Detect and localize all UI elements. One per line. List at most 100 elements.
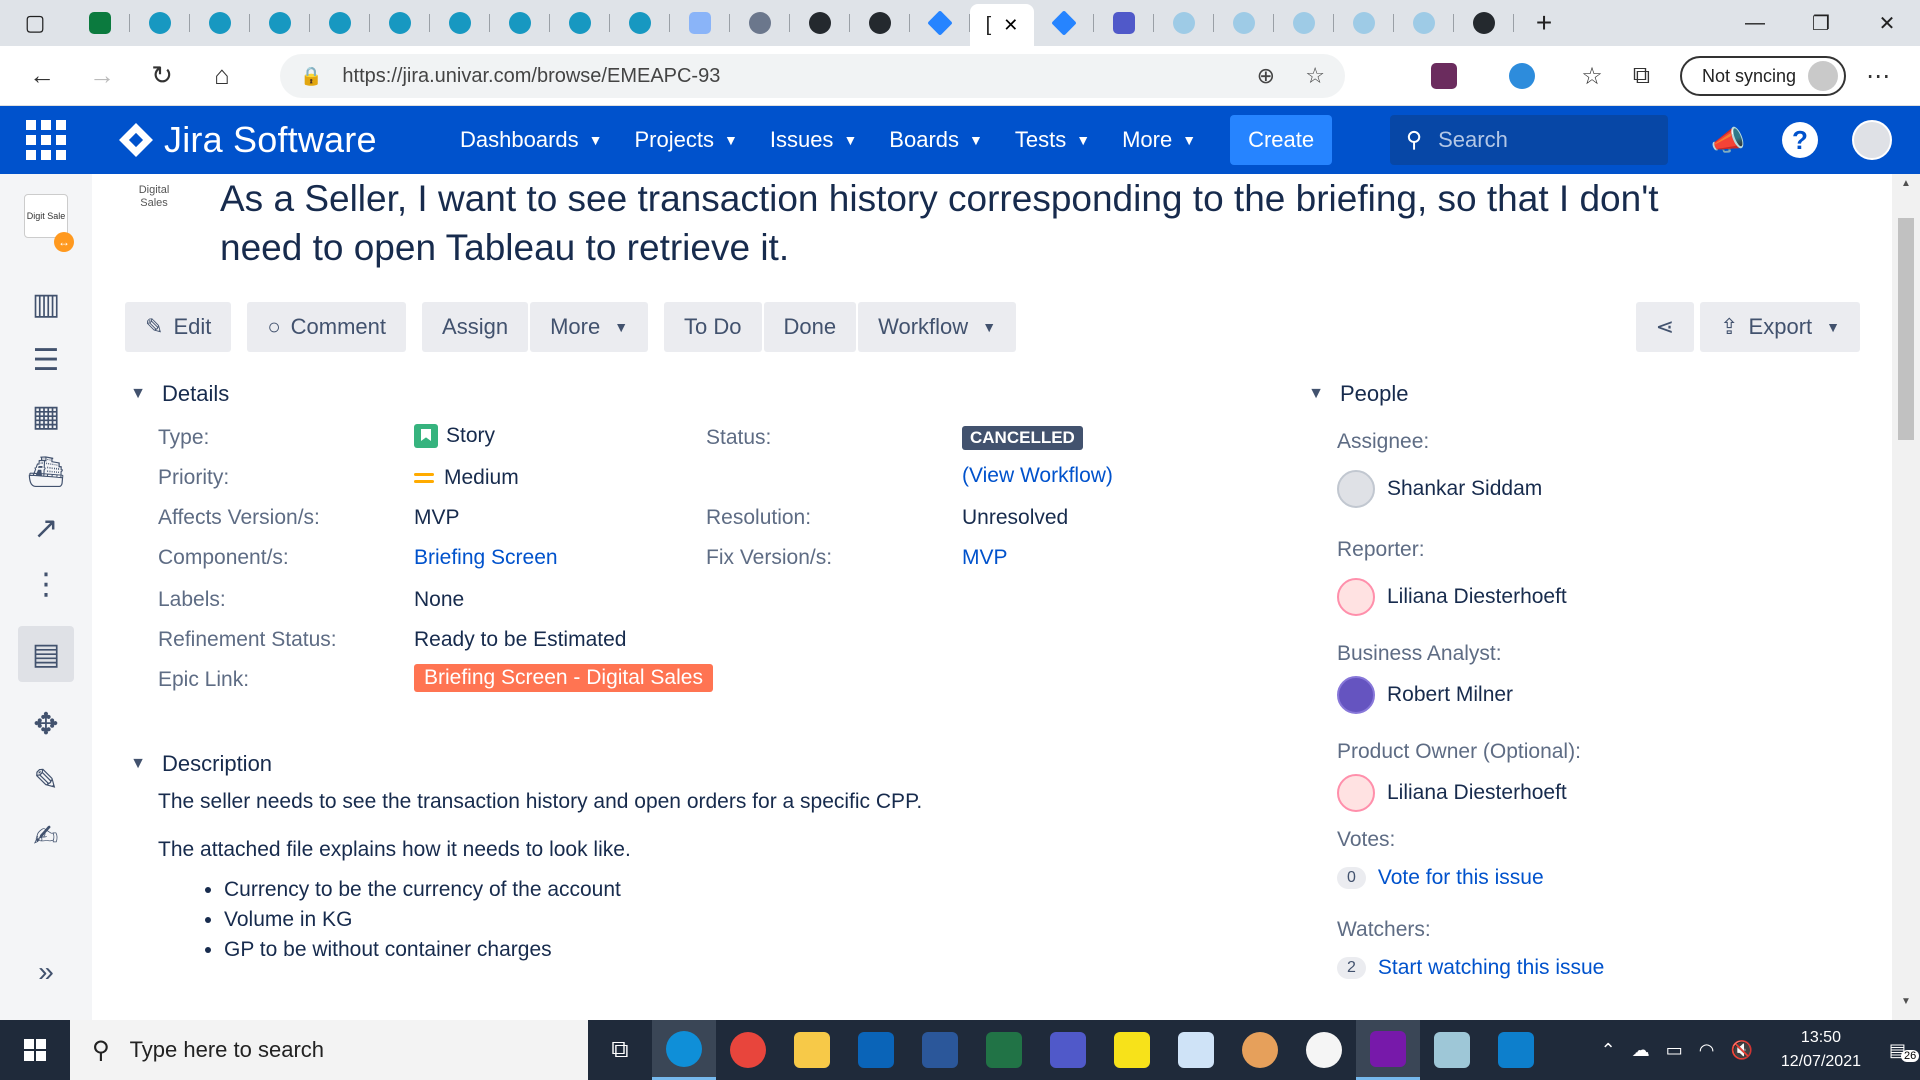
create-button[interactable]: Create (1230, 115, 1333, 165)
browser-tab[interactable] (1454, 0, 1514, 46)
taskbar-search-input[interactable]: ⚲ Type here to search (70, 1020, 588, 1080)
business-analyst-user[interactable]: Robert Milner (1337, 676, 1513, 714)
file-explorer-icon[interactable] (780, 1020, 844, 1080)
nav-dashboards[interactable]: Dashboards ▼ (444, 127, 619, 153)
announcement-icon[interactable]: 📣 (1692, 124, 1764, 157)
nav-issues[interactable]: Issues ▼ (754, 127, 873, 153)
nav-boards[interactable]: Boards ▼ (873, 127, 999, 153)
browser-tab[interactable] (1094, 0, 1154, 46)
expand-sidebar-icon[interactable]: » (18, 944, 74, 1000)
feather-icon[interactable]: ✎ (18, 752, 74, 808)
remote-app-icon[interactable] (1420, 1020, 1484, 1080)
browser-tab[interactable] (1274, 0, 1334, 46)
excel-app-icon[interactable] (972, 1020, 1036, 1080)
stack-icon[interactable]: ☰ (18, 332, 74, 388)
notifications-icon[interactable]: ▤ 26 (1889, 1040, 1920, 1062)
comment-button[interactable]: ○ Comment (247, 302, 407, 352)
collections-icon[interactable]: ⧉ (1633, 62, 1650, 90)
browser-tab[interactable] (550, 0, 610, 46)
restore-icon[interactable]: ❐ (1788, 0, 1854, 46)
details-section-header[interactable]: ▼ Details (124, 380, 229, 408)
browser-tab[interactable] (850, 0, 910, 46)
word-app-icon[interactable] (908, 1020, 972, 1080)
chevron-up-icon[interactable]: ⌃ (1601, 1040, 1616, 1061)
export-button[interactable]: ⇪ Export ▼ (1700, 302, 1860, 352)
volume-icon[interactable]: 🔇 (1730, 1040, 1752, 1061)
browser-tab[interactable] (190, 0, 250, 46)
browser-tab[interactable] (370, 0, 430, 46)
board-icon[interactable]: ▦ (18, 388, 74, 444)
sticky-notes-icon[interactable] (1100, 1020, 1164, 1080)
view-workflow-link[interactable]: (View Workflow) (962, 464, 1113, 488)
page-scrollbar[interactable]: ▲ ▼ (1892, 174, 1920, 1020)
components-icon[interactable]: ⋮ (18, 556, 74, 612)
scroll-up-icon[interactable]: ▲ (1892, 178, 1920, 198)
browser-tab[interactable] (790, 0, 850, 46)
zoom-icon[interactable]: ⊕ (1257, 63, 1275, 89)
reporter-user[interactable]: Liliana Diesterhoeft (1337, 578, 1567, 616)
browser-tab[interactable] (910, 0, 970, 46)
url-field[interactable]: 🔒 https://jira.univar.com/browse/EMEAPC-… (280, 54, 1345, 98)
start-button[interactable] (0, 1020, 70, 1080)
task-view-icon[interactable]: ⧉ (588, 1020, 652, 1080)
browser-tab[interactable] (1034, 0, 1094, 46)
workflow-button[interactable]: Workflow ▼ (858, 302, 1017, 352)
browser-tab[interactable] (250, 0, 310, 46)
todo-button[interactable]: To Do (664, 302, 762, 352)
back-icon[interactable]: ← (12, 46, 72, 106)
help-icon[interactable]: ? (1782, 122, 1818, 158)
clock[interactable]: 13:50 12/07/2021 (1781, 1026, 1861, 1074)
epic-link-value[interactable]: Briefing Screen - Digital Sales (414, 664, 713, 692)
favorite-add-icon[interactable]: ☆ (1305, 63, 1325, 89)
reports-icon[interactable]: ↗ (18, 500, 74, 556)
browser-tab[interactable] (310, 0, 370, 46)
backlog-icon[interactable]: ▥ (18, 276, 74, 332)
browser-tab[interactable] (610, 0, 670, 46)
feather-settings-icon[interactable]: ✍ (18, 808, 74, 864)
scroll-thumb[interactable] (1898, 218, 1914, 440)
paint-app-icon[interactable] (1228, 1020, 1292, 1080)
settings-menu-icon[interactable]: ⋯ (1866, 62, 1890, 91)
browser-tab[interactable] (730, 0, 790, 46)
edge-app-icon[interactable] (652, 1020, 716, 1080)
assign-button[interactable]: Assign (422, 302, 529, 352)
scroll-down-icon[interactable]: ▼ (1892, 996, 1920, 1016)
component-link[interactable]: Briefing Screen (414, 546, 558, 570)
issues-icon[interactable]: ▤ (18, 626, 74, 682)
tips-app-icon[interactable] (1292, 1020, 1356, 1080)
refresh-icon[interactable]: ↻ (132, 46, 192, 106)
share-button[interactable]: ⋖ (1635, 302, 1695, 352)
browser-tab[interactable] (430, 0, 490, 46)
minimize-icon[interactable]: — (1722, 0, 1788, 46)
ship-icon[interactable]: ⛴ (18, 444, 74, 500)
browser-tab[interactable] (1214, 0, 1274, 46)
favorites-icon[interactable]: ☆ (1581, 62, 1603, 91)
browser-tab-active[interactable]: [ ✕ (970, 4, 1034, 46)
watch-link[interactable]: Start watching this issue (1378, 956, 1604, 980)
extension-me-icon[interactable] (1509, 63, 1536, 89)
window-close-icon[interactable]: ✕ (1854, 0, 1920, 46)
vote-link[interactable]: Vote for this issue (1378, 866, 1544, 890)
extension-icon[interactable] (1431, 63, 1458, 89)
jira-logo[interactable]: Jira Software (119, 119, 424, 161)
battery-icon[interactable]: ▭ (1666, 1040, 1683, 1061)
jira-search-input[interactable]: ⚲ Search (1390, 115, 1668, 165)
edit-button[interactable]: ✎ Edit (125, 302, 232, 352)
nav-projects[interactable]: Projects ▼ (619, 127, 754, 153)
outlook-app-icon[interactable] (844, 1020, 908, 1080)
people-section-header[interactable]: ▼ People (1302, 380, 1408, 408)
browser-tab[interactable] (1154, 0, 1214, 46)
nav-tests[interactable]: Tests ▼ (999, 127, 1106, 153)
user-avatar[interactable] (1852, 120, 1892, 160)
wifi-icon[interactable]: ◠ (1699, 1040, 1715, 1061)
sync-button[interactable]: Not syncing (1679, 56, 1846, 96)
browser-tab[interactable] (490, 0, 550, 46)
browser-tab[interactable] (670, 0, 730, 46)
new-tab-icon[interactable]: + (1514, 0, 1574, 46)
onedrive-icon[interactable]: ☁ (1632, 1040, 1650, 1061)
more-button[interactable]: More ▼ (530, 302, 649, 352)
browser-tab[interactable] (70, 0, 130, 46)
browser-tab[interactable] (1334, 0, 1394, 46)
teams-app-icon[interactable] (1036, 1020, 1100, 1080)
nav-more[interactable]: More ▼ (1106, 127, 1212, 153)
